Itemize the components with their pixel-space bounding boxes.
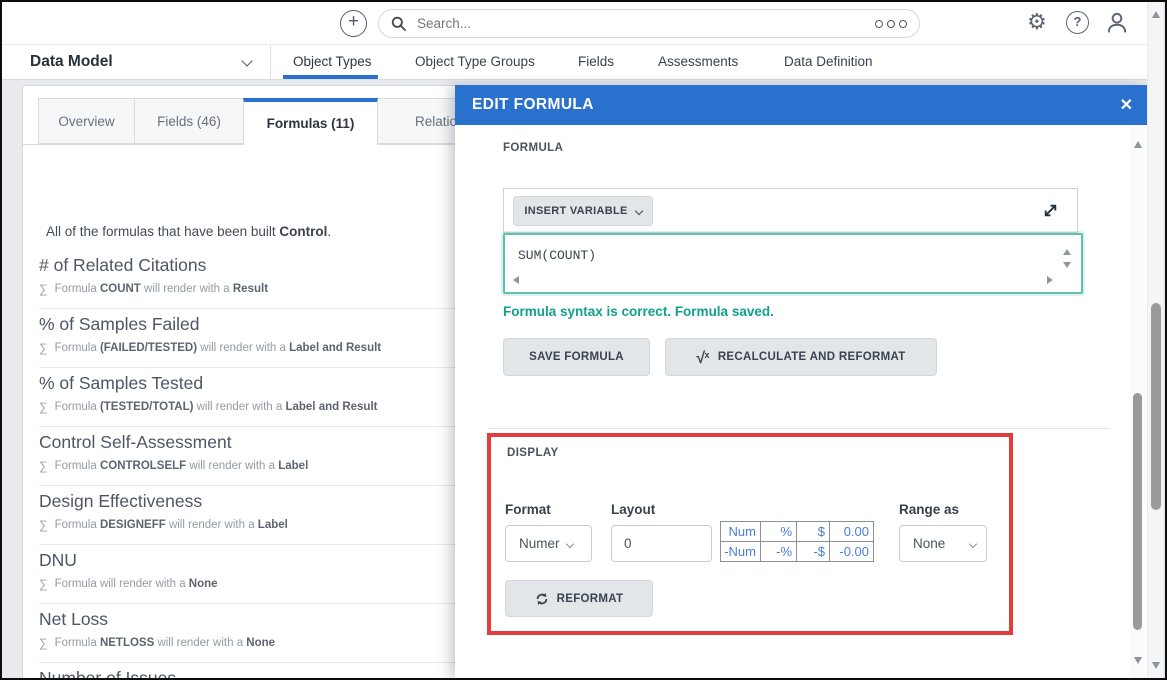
- add-icon[interactable]: +: [340, 10, 367, 37]
- chevron-down-icon: [634, 207, 642, 215]
- sigma-icon: ∑: [39, 518, 48, 532]
- scroll-right-icon[interactable]: [1047, 276, 1053, 284]
- preview-cell: -$: [797, 542, 830, 562]
- list-item[interactable]: Design Effectiveness ∑Formula DESIGNEFF …: [39, 486, 509, 545]
- scrollbar-thumb[interactable]: [1151, 303, 1161, 510]
- preview-cell: %: [761, 522, 797, 542]
- format-preview-table: Num % $ 0.00 -Num -% -$ -0.00: [720, 521, 874, 562]
- preview-cell: $: [797, 522, 830, 542]
- panel-scrollbar[interactable]: [1130, 125, 1146, 678]
- expand-icon[interactable]: [1042, 202, 1059, 224]
- formulas-intro: All of the formulas that have been built…: [46, 224, 331, 239]
- tab-overview[interactable]: Overview: [38, 98, 135, 144]
- formula-toolbar: INSERT VARIABLE: [503, 188, 1078, 233]
- status-message: Formula syntax is correct. Formula saved…: [503, 304, 774, 319]
- data-model-dropdown[interactable]: Data Model: [30, 53, 113, 71]
- preview-cell: 0.00: [830, 522, 874, 542]
- chevron-down-icon[interactable]: [241, 55, 252, 66]
- preview-cell: -%: [761, 542, 797, 562]
- sigma-icon: ∑: [39, 577, 48, 591]
- tab-assessments[interactable]: Assessments: [658, 54, 738, 69]
- panel-header: EDIT FORMULA ✕: [455, 85, 1147, 125]
- chevron-down-icon: [969, 539, 977, 547]
- top-bar: + ⚙ ?: [0, 0, 1147, 45]
- search-input[interactable]: [415, 15, 875, 32]
- formula-list: # of Related Citations ∑Formula COUNT wi…: [39, 250, 509, 678]
- scrollbar-up-icon[interactable]: [1152, 11, 1160, 18]
- tab-data-definition[interactable]: Data Definition: [784, 54, 873, 69]
- window-scrollbar[interactable]: [1147, 2, 1163, 678]
- scrollbar-down-icon[interactable]: [1134, 657, 1142, 664]
- panel-title: EDIT FORMULA: [472, 96, 594, 114]
- list-item[interactable]: Control Self-Assessment ∑Formula CONTROL…: [39, 427, 509, 486]
- gear-icon[interactable]: ⚙: [1027, 9, 1047, 35]
- formula-text[interactable]: SUM(COUNT): [518, 248, 596, 263]
- recalculate-reformat-button[interactable]: √x RECALCULATE AND REFORMAT: [665, 338, 937, 376]
- list-item[interactable]: % of Samples Failed ∑Formula (FAILED/TES…: [39, 309, 509, 368]
- preview-cell: -Num: [721, 542, 761, 562]
- close-icon[interactable]: ✕: [1120, 95, 1133, 115]
- list-item[interactable]: % of Samples Tested ∑Formula (TESTED/TOT…: [39, 368, 509, 427]
- section-divider: [488, 428, 1110, 429]
- formula-editor[interactable]: SUM(COUNT): [503, 233, 1083, 294]
- formula-section-label: FORMULA: [503, 142, 563, 154]
- tab-fields-count[interactable]: Fields (46): [134, 98, 244, 144]
- tab-object-type-groups[interactable]: Object Type Groups: [415, 54, 535, 69]
- tab-fields[interactable]: Fields: [578, 54, 614, 69]
- tab-object-types[interactable]: Object Types: [293, 54, 372, 69]
- sigma-icon: ∑: [39, 459, 48, 473]
- search-bar[interactable]: [378, 9, 920, 38]
- preview-cell: Num: [721, 522, 761, 542]
- chevron-down-icon: [565, 539, 573, 547]
- sigma-icon: ∑: [39, 636, 48, 650]
- nav-separator: [270, 45, 271, 79]
- sigma-icon: ∑: [39, 282, 48, 296]
- sigma-icon: ∑: [39, 400, 48, 414]
- sqrt-x-icon: √x: [696, 348, 709, 366]
- reformat-button[interactable]: REFORMAT: [505, 580, 653, 617]
- scroll-down-icon[interactable]: [1063, 262, 1071, 268]
- range-as-select[interactable]: None: [899, 525, 987, 562]
- scrollbar-thumb[interactable]: [1133, 393, 1142, 630]
- list-item[interactable]: # of Related Citations ∑Formula COUNT wi…: [39, 250, 509, 309]
- scrollbar-down-icon[interactable]: [1152, 662, 1160, 669]
- format-label: Format: [505, 502, 551, 517]
- scroll-up-icon[interactable]: [1063, 249, 1071, 255]
- save-formula-button[interactable]: SAVE FORMULA: [503, 338, 650, 376]
- app-window: + ⚙ ? Data Model Object Types Object Typ…: [0, 0, 1167, 680]
- ellipsis-icon[interactable]: [875, 20, 907, 28]
- display-section-label: DISPLAY: [507, 447, 559, 459]
- list-item[interactable]: Net Loss ∑Formula NETLOSS will render wi…: [39, 604, 509, 663]
- search-icon: [391, 16, 407, 32]
- edit-formula-panel: EDIT FORMULA ✕ FORMULA INSERT VARIABLE S…: [455, 85, 1147, 678]
- insert-variable-button[interactable]: INSERT VARIABLE: [513, 196, 653, 226]
- list-item[interactable]: Number of Issues: [39, 663, 509, 678]
- user-icon[interactable]: [1104, 10, 1130, 41]
- list-item[interactable]: DNU ∑Formula will render with a None: [39, 545, 509, 604]
- tab-formulas[interactable]: Formulas (11): [243, 98, 378, 145]
- range-as-label: Range as: [899, 502, 959, 517]
- help-icon[interactable]: ?: [1066, 11, 1089, 34]
- preview-cell: -0.00: [830, 542, 874, 562]
- layout-label: Layout: [611, 502, 655, 517]
- layout-input[interactable]: [611, 525, 712, 562]
- active-tab-underline: [283, 75, 378, 79]
- scrollbar-up-icon[interactable]: [1134, 141, 1142, 148]
- format-select[interactable]: Numer: [505, 525, 592, 562]
- sigma-icon: ∑: [39, 341, 48, 355]
- refresh-icon: [535, 592, 549, 606]
- card-tabs: Overview Fields (46) Formulas (11) Relat…: [38, 98, 494, 145]
- scroll-left-icon[interactable]: [513, 276, 519, 284]
- nav-row: Data Model Object Types Object Type Grou…: [0, 45, 1147, 80]
